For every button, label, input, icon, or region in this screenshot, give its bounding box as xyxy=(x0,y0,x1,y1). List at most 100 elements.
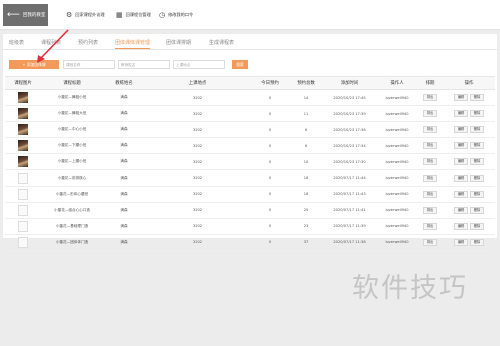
schedule-cell: 排出 xyxy=(417,169,443,187)
toolbar-item-course-manage[interactable]: ⚙ 回家课程外访理 xyxy=(66,9,105,21)
tab-generate-timetable[interactable]: 生成课程表 xyxy=(209,39,234,46)
delete-button[interactable]: 删除 xyxy=(470,238,484,246)
edit-button[interactable]: 编辑 xyxy=(454,110,468,118)
edit-button[interactable]: 编辑 xyxy=(454,238,468,246)
toolbar-item-slot-manage[interactable]: ▦ 回课程位管理 xyxy=(116,9,151,21)
edit-button[interactable]: 编辑 xyxy=(454,206,468,214)
location: 3202 xyxy=(145,218,250,235)
tab-group-course-manage[interactable]: 团体课体课管理 xyxy=(115,39,151,49)
edit-button[interactable]: 编辑 xyxy=(454,174,468,182)
schedule-button[interactable]: 排出 xyxy=(423,110,437,118)
schedule-button[interactable]: 排出 xyxy=(423,190,437,198)
table-header-row: 课程图片 课程标题 教练姓名 上课地点 今日预约 预约总数 添加时间 操作人 排… xyxy=(5,76,495,90)
course-image-cell xyxy=(5,137,41,155)
table-row: 小董花—前排核心 满森 3202 0 16 2020/07/17 11:44 loverwe… xyxy=(5,169,495,187)
course-thumbnail xyxy=(18,188,28,200)
coach-name: 满森 xyxy=(103,202,145,219)
schedule-button[interactable]: 排出 xyxy=(423,174,437,182)
schedule-button[interactable]: 排出 xyxy=(423,222,437,230)
course-name-input[interactable] xyxy=(63,60,115,69)
location: 3202 xyxy=(145,121,250,139)
today-bookings: 0 xyxy=(250,186,290,203)
table-row: 小董花—基础理门造 满森 3202 0 23 2020/07/17 11:39 loverw… xyxy=(5,218,495,235)
back-to-classroom-button[interactable]: ⟵ 回我的教室 xyxy=(3,4,48,26)
delete-button[interactable]: 删除 xyxy=(470,222,484,230)
schedule-cell: 排出 xyxy=(417,234,443,251)
delete-button[interactable]: 删除 xyxy=(470,142,484,150)
schedule-cell: 排出 xyxy=(417,218,443,235)
search-button[interactable]: 搜索 xyxy=(232,60,248,69)
toolbar-item-change-password[interactable]: ◷ 修改我的口令 xyxy=(159,9,193,21)
edit-button[interactable]: 编辑 xyxy=(454,94,468,102)
tab-booking-list[interactable]: 预约列表 xyxy=(78,39,98,46)
column-header: 课程图片 xyxy=(5,76,41,90)
column-header: 操作 xyxy=(443,76,495,90)
schedule-cell: 排出 xyxy=(417,202,443,219)
course-thumbnail xyxy=(18,140,28,152)
edit-button[interactable]: 编辑 xyxy=(454,126,468,134)
edit-button[interactable]: 编辑 xyxy=(454,142,468,150)
table-row: 小董花—下腰小班 满森 3202 0 6 2020/10/23 17:34 loverwel… xyxy=(5,137,495,155)
edit-button[interactable]: 编辑 xyxy=(454,222,468,230)
total-bookings: 23 xyxy=(290,218,322,235)
today-bookings: 0 xyxy=(250,89,290,107)
added-time: 2020/07/17 11:38 xyxy=(322,234,377,251)
actions-cell: 编辑 删除 xyxy=(443,169,495,187)
table-row: 小董花—组合心心口造 满森 3202 0 25 2020/07/17 11:41 lover… xyxy=(5,202,495,219)
tab-course-list[interactable]: 课程列表 xyxy=(41,39,61,46)
schedule-button[interactable]: 排出 xyxy=(423,206,437,214)
schedule-button[interactable]: 排出 xyxy=(423,238,437,246)
actions-cell: 编辑 删除 xyxy=(443,89,495,107)
tab-class-list[interactable]: 班级表 xyxy=(9,39,24,46)
operator: loverwell940 xyxy=(377,218,417,235)
edit-button[interactable]: 编辑 xyxy=(454,158,468,166)
operator: loverwell940 xyxy=(377,186,417,203)
delete-button[interactable]: 删除 xyxy=(470,206,484,214)
back-label: 回我的教室 xyxy=(22,13,46,18)
delete-button[interactable]: 删除 xyxy=(470,110,484,118)
grid-icon: ▦ xyxy=(116,10,123,19)
total-bookings: 6 xyxy=(290,121,322,139)
table-row: 小董花—上腰小班 满森 3202 0 10 2020/10/23 17:30 loverwe… xyxy=(5,153,495,171)
course-image-cell xyxy=(5,153,41,171)
schedule-button[interactable]: 排出 xyxy=(423,126,437,134)
table-row: 小董花—舞蹈小班 满森 3202 0 14 2020/10/23 17:45 loverwe… xyxy=(5,89,495,107)
schedule-cell: 排出 xyxy=(417,89,443,107)
column-header: 上课地点 xyxy=(145,76,250,90)
schedule-button[interactable]: 排出 xyxy=(423,158,437,166)
teacher-name-input[interactable] xyxy=(118,60,170,69)
add-group-course-button[interactable]: + 添加团体课 xyxy=(9,60,59,69)
coach-name: 满森 xyxy=(103,169,145,187)
delete-button[interactable]: 删除 xyxy=(470,94,484,102)
today-bookings: 0 xyxy=(250,105,290,123)
delete-button[interactable]: 删除 xyxy=(470,174,484,182)
actions-cell: 编辑 删除 xyxy=(443,234,495,251)
actions-cell: 编辑 删除 xyxy=(443,137,495,155)
course-image-cell xyxy=(5,89,41,107)
watermark: 软件技巧 xyxy=(352,273,468,304)
schedule-button[interactable]: 排出 xyxy=(423,94,437,102)
column-header: 教练姓名 xyxy=(103,76,145,90)
coach-name: 满森 xyxy=(103,105,145,123)
course-image-cell xyxy=(5,121,41,139)
schedule-cell: 排出 xyxy=(417,153,443,171)
today-bookings: 0 xyxy=(250,153,290,171)
total-bookings: 10 xyxy=(290,153,322,171)
delete-button[interactable]: 删除 xyxy=(470,158,484,166)
course-title: 小董花—前排核心 xyxy=(41,169,103,187)
course-title: 小董花—舞蹈大班 xyxy=(41,105,103,123)
today-bookings: 0 xyxy=(250,202,290,219)
delete-button[interactable]: 删除 xyxy=(470,190,484,198)
location-input[interactable] xyxy=(173,60,225,69)
delete-button[interactable]: 删除 xyxy=(470,126,484,134)
today-bookings: 0 xyxy=(250,121,290,139)
edit-button[interactable]: 编辑 xyxy=(454,190,468,198)
course-title: 小董花—基础理门造 xyxy=(41,218,103,235)
tab-group-schedule[interactable]: 团体课排期 xyxy=(166,39,191,46)
added-time: 2020/10/23 17:34 xyxy=(322,137,377,155)
course-thumbnail xyxy=(18,236,28,248)
operator: loverwell940 xyxy=(377,202,417,219)
coach-name: 满森 xyxy=(103,137,145,155)
course-title: 小董花—舞蹈小班 xyxy=(41,89,103,107)
schedule-button[interactable]: 排出 xyxy=(423,142,437,150)
